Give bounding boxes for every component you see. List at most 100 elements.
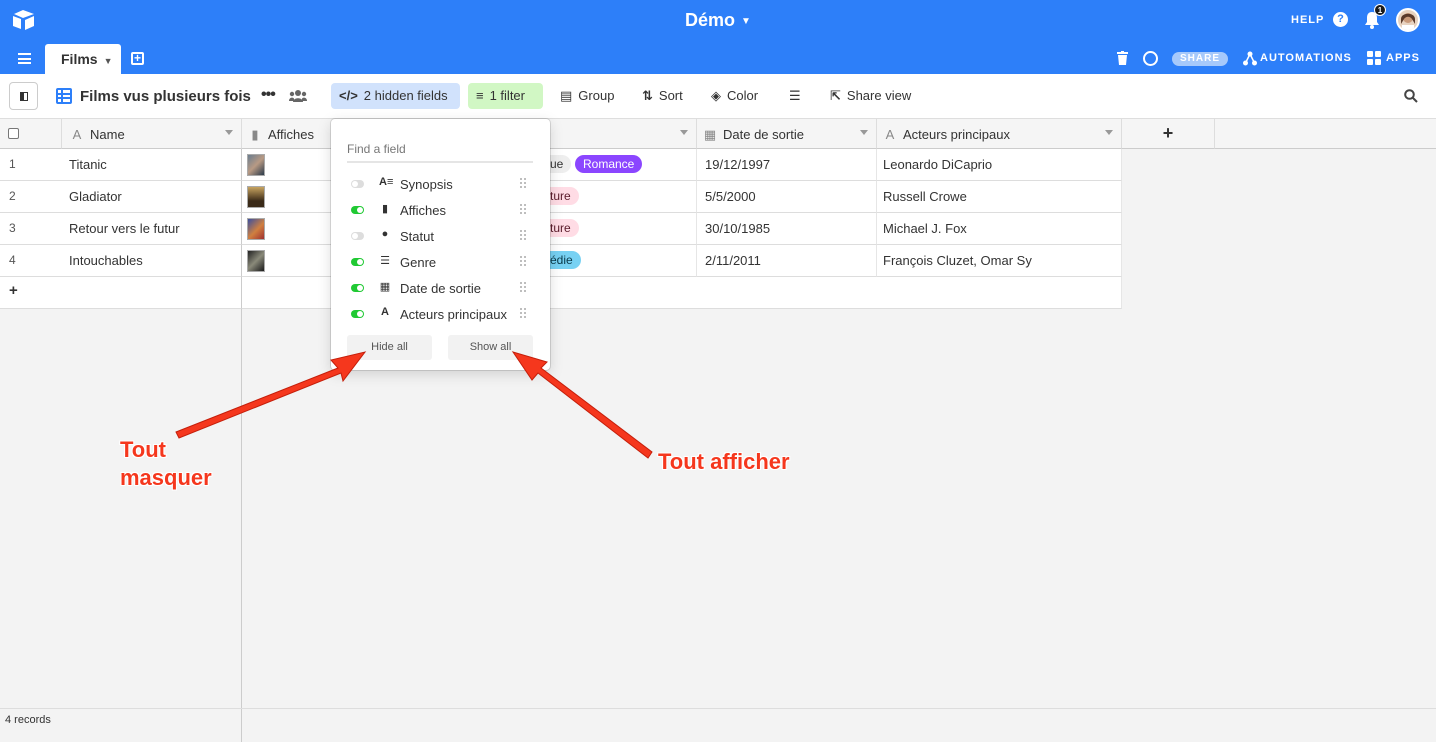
search-icon[interactable]	[1404, 89, 1418, 103]
select-all-checkbox[interactable]	[8, 128, 19, 139]
field-row-synopsis[interactable]: A≡ Synopsis	[347, 173, 535, 195]
sort-button[interactable]: ⇅ Sort	[634, 83, 691, 109]
drag-handle-icon[interactable]	[520, 204, 528, 215]
hamburger-menu-icon[interactable]	[18, 53, 31, 64]
visibility-toggle[interactable]	[351, 284, 364, 292]
visibility-toggle[interactable]	[351, 206, 364, 214]
visibility-toggle[interactable]	[351, 258, 364, 266]
drag-handle-icon[interactable]	[520, 230, 528, 241]
drag-handle-icon[interactable]	[520, 308, 528, 319]
row-number[interactable]: 1	[0, 149, 62, 181]
row-number[interactable]: 3	[0, 213, 62, 245]
base-title[interactable]: Démo ▼	[0, 10, 1436, 31]
automations-icon[interactable]	[1243, 51, 1257, 66]
cell-name[interactable]: Intouchables	[62, 245, 242, 277]
cell-date[interactable]: 30/10/1985	[697, 213, 877, 245]
avatar[interactable]	[1396, 8, 1420, 32]
automations-button[interactable]: AUTOMATIONS	[1260, 52, 1352, 64]
field-row-acteurs-principaux[interactable]: A Acteurs principaux	[347, 303, 535, 325]
cell-affiches[interactable]	[242, 149, 331, 181]
add-table-icon[interactable]: +	[131, 52, 144, 65]
cell-actors[interactable]: Leonardo DiCaprio	[877, 149, 1122, 181]
field-row-genre[interactable]: ☰ Genre	[347, 251, 535, 273]
row-number[interactable]: 2	[0, 181, 62, 213]
drag-handle-icon[interactable]	[520, 178, 528, 189]
group-button[interactable]: ▤ Group	[552, 83, 622, 109]
show-all-button[interactable]: Show all	[448, 335, 533, 360]
sidebar-toggle-button[interactable]	[9, 82, 38, 110]
text-field-icon: A	[381, 306, 389, 318]
column-header-genre[interactable]	[550, 119, 697, 149]
field-row-affiches[interactable]: ▮ Affiches	[347, 199, 535, 221]
cell-genre[interactable]: ue Romance	[550, 149, 697, 181]
cell-name[interactable]: Gladiator	[62, 181, 242, 213]
find-field-input[interactable]	[347, 136, 533, 163]
annotation-show-all: Tout afficher	[658, 449, 790, 474]
column-menu-icon[interactable]	[680, 130, 688, 135]
color-button[interactable]: ◈ Color	[703, 83, 766, 109]
field-row-statut[interactable]: ● Statut	[347, 225, 535, 247]
sort-label: Sort	[658, 88, 683, 103]
column-header-affiches[interactable]: ▮ Affiches	[242, 119, 331, 149]
visibility-toggle[interactable]	[351, 310, 364, 318]
add-field-button[interactable]: +	[1122, 119, 1215, 149]
tab-films[interactable]: Films ▼	[45, 44, 121, 74]
more-options-icon[interactable]: •••	[261, 86, 276, 104]
apps-icon[interactable]	[1367, 51, 1381, 65]
cell-actors[interactable]: François Cluzet, Omar Sy	[877, 245, 1122, 277]
column-menu-icon[interactable]	[225, 130, 233, 135]
filter-button[interactable]: ≡ 1 filter	[468, 83, 543, 109]
help-icon[interactable]: ?	[1333, 12, 1348, 27]
row-height-button[interactable]: ☰	[781, 83, 809, 109]
genre-tag: ture	[550, 187, 579, 205]
column-header-acteurs-principaux[interactable]: A Acteurs principaux	[877, 119, 1122, 149]
tab-label: Films	[61, 51, 98, 67]
cell-date[interactable]: 19/12/1997	[697, 149, 877, 181]
add-record-button[interactable]: +	[0, 277, 242, 309]
poster-thumbnail[interactable]	[247, 154, 265, 176]
cell-genre[interactable]: ture	[550, 181, 697, 213]
column-menu-icon[interactable]	[1105, 130, 1113, 135]
collaborators-icon[interactable]	[289, 90, 307, 102]
help-link[interactable]: HELP	[1291, 14, 1324, 26]
filter-icon: ≡	[476, 88, 484, 103]
share-button[interactable]: SHARE	[1172, 52, 1228, 66]
cell-actors[interactable]: Russell Crowe	[877, 181, 1122, 213]
cell-actors[interactable]: Michael J. Fox	[877, 213, 1122, 245]
cell-affiches[interactable]	[242, 181, 331, 213]
view-name[interactable]: Films vus plusieurs fois	[80, 88, 251, 105]
poster-thumbnail[interactable]	[247, 186, 265, 208]
column-header-date-de-sortie[interactable]: ▦ Date de sortie	[697, 119, 877, 149]
history-icon[interactable]	[1143, 51, 1158, 66]
column-menu-icon[interactable]	[860, 130, 868, 135]
cell-name[interactable]: Titanic	[62, 149, 242, 181]
notification-badge: 1	[1374, 4, 1386, 16]
drag-handle-icon[interactable]	[520, 256, 528, 267]
paint-bucket-icon: ◈	[711, 88, 721, 103]
share-view-button[interactable]: ⇱ Share view	[822, 83, 919, 109]
cell-genre[interactable]: ture	[550, 213, 697, 245]
cell-name[interactable]: Retour vers le futur	[62, 213, 242, 245]
poster-thumbnail[interactable]	[247, 250, 265, 272]
row-height-icon: ☰	[789, 88, 801, 103]
cell-affiches[interactable]	[242, 213, 331, 245]
cell-date[interactable]: 5/5/2000	[697, 181, 877, 213]
cell-date[interactable]: 2/11/2011	[697, 245, 877, 277]
share-view-label: Share view	[846, 88, 912, 103]
drag-handle-icon[interactable]	[520, 282, 528, 293]
hide-all-button[interactable]: Hide all	[347, 335, 432, 360]
column-header-name[interactable]: A Name	[62, 119, 242, 149]
cell-genre[interactable]: édie	[550, 245, 697, 277]
annotation-text: Tout	[120, 437, 167, 462]
poster-thumbnail[interactable]	[247, 218, 265, 240]
visibility-toggle[interactable]	[351, 180, 364, 188]
row-number[interactable]: 4	[0, 245, 62, 277]
visibility-toggle[interactable]	[351, 232, 364, 240]
base-name[interactable]: Démo	[685, 10, 735, 30]
hidden-fields-button[interactable]: </> 2 hidden fields	[331, 83, 460, 109]
field-row-date-de-sortie[interactable]: ▦ Date de sortie	[347, 277, 535, 299]
trash-icon[interactable]	[1117, 51, 1128, 65]
cell-affiches[interactable]	[242, 245, 331, 277]
chevron-down-icon[interactable]: ▼	[104, 56, 113, 66]
apps-button[interactable]: APPS	[1386, 52, 1420, 64]
